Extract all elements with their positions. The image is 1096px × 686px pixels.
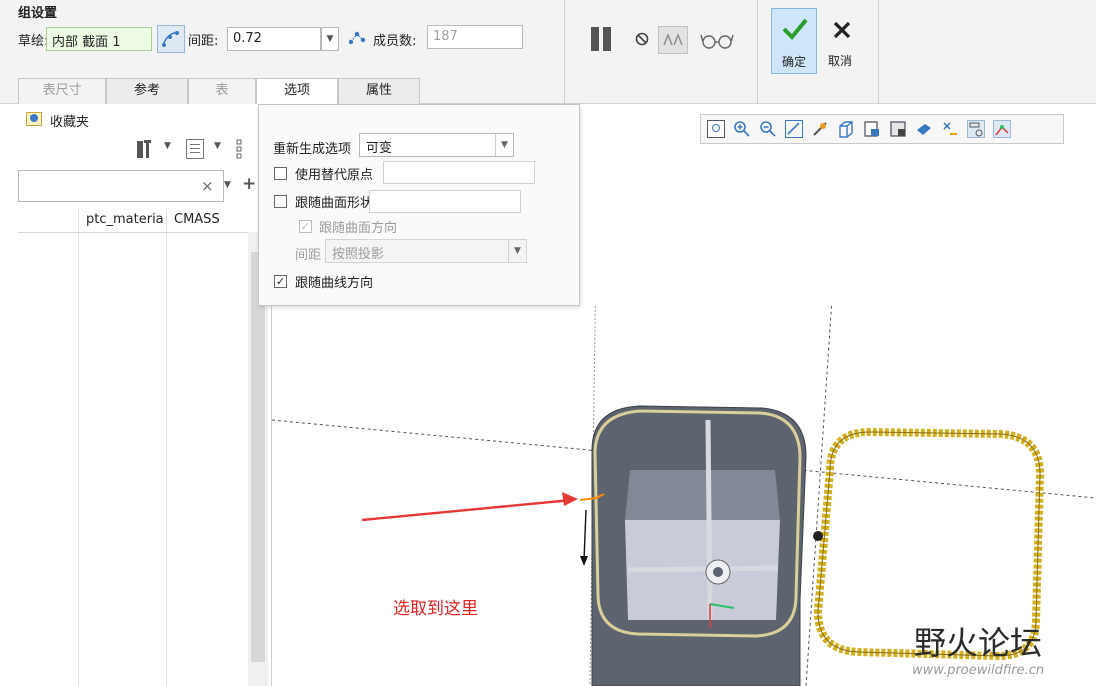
no-preview-icon[interactable] [634, 31, 650, 47]
zoom-out-icon[interactable] [759, 120, 777, 138]
options-popup: 重新生成选项 可变 ▼ 使用替代原点 跟随曲面形状 ✓ 跟随曲面方向 间距 按照… [258, 104, 580, 306]
spacing-label: 间距: [188, 34, 219, 49]
saved-views-icon[interactable] [863, 120, 881, 138]
tab-dimensions[interactable]: 表尺寸 [18, 78, 106, 104]
follow-surface-shape-checkbox[interactable] [274, 195, 287, 208]
datum-display-icon[interactable] [967, 120, 985, 138]
members-label: 成员数: [373, 34, 417, 49]
tab-references[interactable]: 参考 [106, 78, 188, 104]
tree-search-input[interactable]: × [18, 170, 224, 202]
watermark-logo: 野火论坛 [914, 624, 1043, 662]
add-column-icon[interactable]: + [242, 174, 256, 194]
alt-origin-field[interactable] [383, 161, 535, 184]
tab-options[interactable]: 选项 [256, 78, 338, 105]
perspective-icon[interactable] [915, 120, 933, 138]
popup-spacing-select: 按照投影 ▼ [325, 239, 527, 263]
follow-surface-dir-label: 跟随曲面方向 [319, 221, 398, 236]
popup-spacing-chevron-down-icon: ▼ [508, 240, 526, 262]
watermark-url: www.proewildfire.cn [912, 663, 1045, 678]
regen-option-select[interactable]: 可变 ▼ [359, 133, 514, 157]
refit-icon[interactable] [707, 120, 725, 138]
tree-columns-icon[interactable] [236, 138, 252, 160]
spacing-input[interactable]: 0.72 [227, 27, 321, 51]
graphics-toolbar [700, 114, 1064, 144]
favorites-label: 收藏夹 [50, 115, 90, 130]
glasses-preview-icon[interactable] [700, 30, 734, 50]
model-tree-panel: 收藏夹 ▼ ▼ × ▼ + ptc_materia CMASS [18, 104, 272, 686]
view-manager-icon[interactable] [889, 120, 907, 138]
cancel-label: 取消 [828, 54, 853, 68]
clear-search-icon[interactable]: × [201, 177, 214, 195]
display-style-icon[interactable] [837, 120, 855, 138]
follow-surface-shape-label: 跟随曲面形状 [295, 196, 374, 211]
tree-toolbar: ▼ ▼ [18, 132, 272, 166]
use-alt-origin-label: 使用替代原点 [295, 168, 374, 183]
ribbon-title: 组设置 [18, 6, 58, 21]
spin-center-icon[interactable] [811, 120, 829, 138]
tab-properties[interactable]: 属性 [338, 78, 420, 104]
regen-chevron-down-icon[interactable]: ▼ [495, 134, 513, 156]
member-count-icon [346, 27, 368, 49]
popup-spacing-value: 按照投影 [332, 247, 385, 262]
column-header-material[interactable]: ptc_materia [86, 208, 164, 232]
follow-curve-dir-checkbox[interactable]: ✓ [274, 275, 287, 288]
use-alt-origin-checkbox[interactable] [274, 167, 287, 180]
spacing-dropdown-chevron-icon[interactable]: ▼ [321, 27, 339, 51]
close-icon [833, 21, 851, 39]
pause-icon[interactable] [589, 25, 615, 53]
search-dropdown-chevron-icon[interactable]: ▼ [224, 180, 231, 190]
pattern-curve-icon[interactable] [157, 25, 185, 53]
popup-spacing-label: 间距 [295, 248, 322, 263]
spin-tool-icon[interactable] [993, 120, 1011, 138]
ok-label: 确定 [782, 55, 807, 69]
regen-option-value: 可变 [366, 141, 393, 156]
follow-curve-dir-label: 跟随曲线方向 [295, 276, 374, 291]
tree-settings-icon[interactable] [136, 138, 154, 160]
zoom-in-icon[interactable] [733, 120, 751, 138]
tree-filter-chevron-icon[interactable]: ▼ [214, 141, 221, 151]
check-icon [782, 18, 808, 40]
members-field: 187 [427, 25, 523, 49]
follow-surface-dir-checkbox: ✓ [299, 220, 312, 233]
cancel-button[interactable]: 取消 [822, 8, 862, 74]
tree-filter-icon[interactable] [186, 139, 204, 159]
ok-button[interactable]: 确定 [771, 8, 817, 74]
folder-icon [26, 112, 42, 126]
regen-option-label: 重新生成选项 [273, 142, 352, 157]
sketch-field[interactable]: 内部 截面 1 [46, 27, 152, 51]
annotation-display-icon[interactable] [941, 120, 959, 138]
tree-settings-chevron-icon[interactable]: ▼ [164, 141, 171, 151]
verify-feature-icon[interactable] [658, 26, 688, 54]
surface-shape-field[interactable] [369, 190, 521, 213]
column-header-cmass[interactable]: CMASS [174, 208, 220, 232]
annotation-text: 选取到这里 [393, 599, 478, 619]
sketch-label: 草绘: [18, 34, 49, 49]
tab-table[interactable]: 表 [188, 78, 256, 104]
repaint-icon[interactable] [785, 120, 803, 138]
